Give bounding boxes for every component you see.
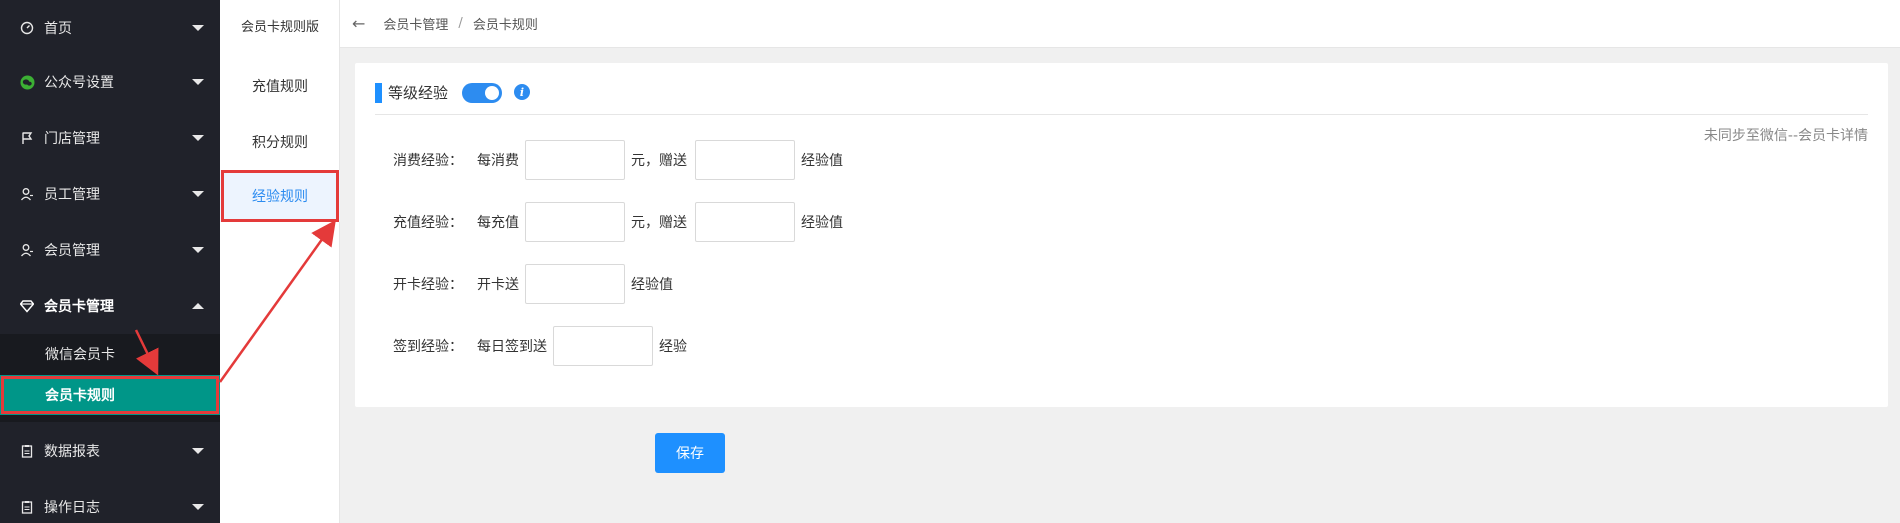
toggle-knob — [485, 86, 500, 100]
consume-amount-input[interactable] — [525, 140, 625, 180]
recharge-experience-input[interactable] — [695, 202, 795, 242]
secondary-menu: 会员卡规则版 充值规则 积分规则 经验规则 — [220, 0, 340, 523]
sidebar-item-wechat-settings[interactable]: 公众号设置 — [0, 54, 220, 110]
card-title: 等级经验 — [388, 84, 449, 102]
clipboard-icon — [19, 443, 35, 459]
field-suffix: 经验值 — [801, 215, 843, 231]
field-prefix: 每充值 — [477, 215, 519, 231]
sidebar-item-data-reports[interactable]: 数据报表 — [0, 423, 220, 479]
sidebar-item-member-management[interactable]: 会员管理 — [0, 222, 220, 278]
sidebar-subitem-card-rules[interactable]: 会员卡规则 — [0, 375, 220, 415]
diamond-icon — [19, 298, 35, 314]
sign-in-experience-input[interactable] — [553, 326, 653, 366]
tab-label: 经验规则 — [252, 189, 308, 205]
secondary-menu-title: 会员卡规则版 — [240, 20, 319, 35]
sidebar-subitem-wechat-card[interactable]: 微信会员卡 — [0, 334, 220, 374]
sidebar-item-label: 数据报表 — [44, 444, 100, 460]
chevron-down-icon — [192, 25, 204, 31]
sidebar-item-home[interactable]: 首页 — [0, 0, 220, 56]
sidebar-item-label: 门店管理 — [44, 131, 100, 147]
save-button[interactable]: 保存 — [655, 433, 725, 473]
field-prefix: 每日签到送 — [477, 339, 547, 355]
open-card-experience-row: 开卡经验： 开卡送 经验值 — [393, 264, 681, 304]
field-label: 充值经验： — [393, 215, 463, 231]
tab-label: 积分规则 — [252, 135, 308, 151]
breadcrumb-parent[interactable]: 会员卡管理 — [383, 14, 448, 33]
sidebar-item-store-management[interactable]: 门店管理 — [0, 110, 220, 166]
sidebar-item-staff-management[interactable]: 员工管理 — [0, 166, 220, 222]
sidebar-subitem-label: 会员卡规则 — [45, 388, 115, 404]
field-mid: 元，赠送 — [631, 215, 687, 231]
back-arrow-icon[interactable]: ← — [352, 14, 365, 33]
sidebar-item-label: 首页 — [44, 21, 72, 37]
flag-icon — [19, 130, 35, 146]
card-header: 等级经验 i — [375, 83, 1868, 115]
field-suffix: 经验值 — [801, 153, 843, 169]
consume-experience-row: 消费经验： 每消费 元，赠送 经验值 — [393, 140, 851, 180]
field-prefix: 每消费 — [477, 153, 519, 169]
field-mid: 元，赠送 — [631, 153, 687, 169]
chevron-down-icon — [192, 448, 204, 454]
chevron-down-icon — [192, 79, 204, 85]
wechat-icon — [19, 74, 35, 90]
sidebar-item-operation-log[interactable]: 操作日志 — [0, 479, 220, 523]
field-prefix: 开卡送 — [477, 277, 519, 293]
user-icon — [19, 242, 35, 258]
sidebar-item-label: 员工管理 — [44, 187, 100, 203]
field-label: 开卡经验： — [393, 277, 463, 293]
experience-card: 等级经验 i 未同步至微信--会员卡详情 消费经验： 每消费 元，赠送 经验值 … — [355, 63, 1888, 407]
sidebar-item-label: 操作日志 — [44, 500, 100, 516]
field-suffix: 经验 — [659, 339, 687, 355]
sign-in-experience-row: 签到经验： 每日签到送 经验 — [393, 326, 695, 366]
consume-experience-input[interactable] — [695, 140, 795, 180]
breadcrumb-separator: / — [458, 16, 463, 31]
chevron-down-icon — [192, 247, 204, 253]
dashboard-icon — [19, 20, 35, 36]
info-icon[interactable]: i — [514, 84, 531, 100]
clipboard-icon — [19, 499, 35, 515]
chevron-down-icon — [192, 135, 204, 141]
sync-status-note: 未同步至微信--会员卡详情 — [1703, 128, 1868, 144]
chevron-down-icon — [192, 191, 204, 197]
sidebar-subitem-label: 微信会员卡 — [45, 347, 115, 363]
tab-label: 充值规则 — [252, 79, 308, 95]
chevron-up-icon — [192, 303, 204, 309]
recharge-experience-row: 充值经验： 每充值 元，赠送 经验值 — [393, 202, 851, 242]
title-accent-bar — [375, 83, 382, 103]
field-suffix: 经验值 — [631, 277, 673, 293]
recharge-amount-input[interactable] — [525, 202, 625, 242]
user-icon — [19, 186, 35, 202]
breadcrumb: ← 会员卡管理 / 会员卡规则 — [340, 0, 1900, 48]
tab-experience-rules[interactable]: 经验规则 — [220, 170, 340, 222]
breadcrumb-current: 会员卡规则 — [472, 18, 538, 33]
tab-recharge-rules[interactable]: 充值规则 — [220, 60, 340, 112]
sidebar-item-label: 公众号设置 — [44, 75, 114, 91]
sidebar-item-label: 会员管理 — [44, 243, 100, 259]
field-label: 签到经验： — [393, 339, 463, 355]
sidebar: 首页 公众号设置 门店管理 员工管理 会员管理 会员卡管理 微信会员卡 会员卡规… — [0, 0, 220, 523]
open-card-experience-input[interactable] — [525, 264, 625, 304]
field-label: 消费经验： — [393, 153, 463, 169]
sidebar-submenu: 微信会员卡 会员卡规则 — [0, 334, 220, 422]
tab-points-rules[interactable]: 积分规则 — [220, 116, 340, 168]
chevron-down-icon — [192, 504, 204, 510]
level-experience-toggle[interactable] — [462, 83, 503, 103]
sidebar-item-membership-card-management[interactable]: 会员卡管理 — [0, 278, 220, 334]
sidebar-item-label: 会员卡管理 — [44, 299, 114, 315]
